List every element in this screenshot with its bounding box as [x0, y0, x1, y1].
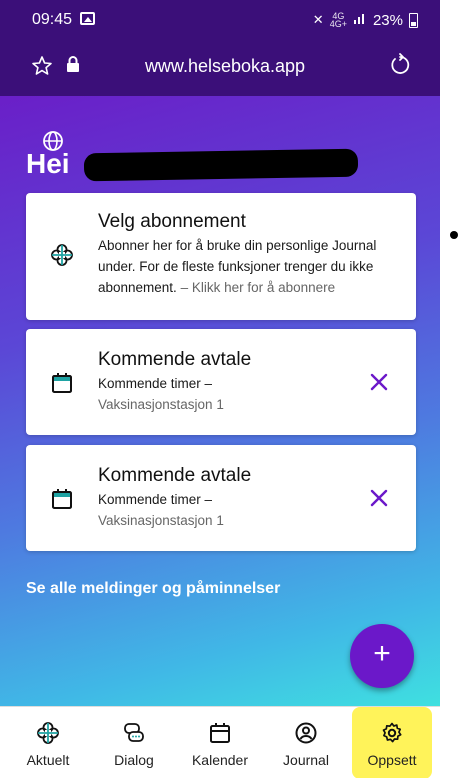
appointment-card[interactable]: Kommende avtale Kommende timer – Vaksina…	[26, 445, 416, 551]
nav-item-journal[interactable]: Journal	[266, 707, 346, 778]
nav-label: Kalender	[191, 752, 249, 768]
close-icon[interactable]	[368, 487, 390, 509]
card-line2: Vaksinasjonstasjon 1	[98, 397, 224, 412]
gear-icon	[382, 722, 402, 743]
network-indicator: 4G 4G+	[329, 11, 347, 29]
card-title: Velg abonnement	[98, 211, 246, 232]
signal-icon	[353, 11, 367, 29]
nav-label: Aktuelt	[26, 752, 70, 768]
battery-icon	[409, 12, 418, 28]
status-time: 09:45	[32, 11, 73, 28]
app-content: Hei Velg abonnement Abonner her for å br…	[0, 96, 440, 706]
nav-item-aktuelt[interactable]: Aktuelt	[8, 707, 88, 778]
status-bar: 09:45 ✕ 4G 4G+ 23%	[0, 0, 440, 38]
card-line1: Kommende timer –	[98, 492, 213, 507]
chat-icon	[124, 723, 144, 742]
subscribe-link[interactable]: – Klikk her for å abonnere	[177, 280, 336, 295]
card-body: Abonner her for å bruke din personlige J…	[98, 235, 398, 298]
clover-icon	[37, 722, 59, 744]
phone-screen: 09:45 ✕ 4G 4G+ 23% www.helseboka.app Hei…	[0, 0, 440, 778]
calendar-icon	[210, 723, 230, 743]
greeting-heading: Hei	[26, 148, 70, 179]
bottom-navigation: Aktuelt Dialog Kalender Journal Oppsett	[0, 706, 440, 778]
appointment-card[interactable]: Kommende avtale Kommende timer – Vaksina…	[26, 329, 416, 435]
gallery-notification-icon	[80, 12, 95, 25]
card-title: Kommende avtale	[98, 349, 252, 370]
nav-item-kalender[interactable]: Kalender	[180, 707, 260, 778]
card-line1: Kommende timer –	[98, 376, 213, 391]
clover-icon	[51, 244, 73, 266]
plus-icon: +	[373, 637, 391, 670]
nav-label: Oppsett	[367, 752, 417, 768]
close-icon[interactable]	[368, 371, 390, 393]
redacted-name-bar	[83, 148, 359, 182]
see-all-messages-link[interactable]: Se alle meldinger og påminnelser	[26, 580, 280, 598]
url-text[interactable]: www.helseboka.app	[0, 56, 440, 77]
reload-icon[interactable]	[388, 53, 412, 77]
status-indicators: ✕ 4G 4G+ 23%	[313, 11, 418, 29]
battery-percent: 23%	[372, 11, 403, 29]
calendar-icon	[52, 489, 72, 509]
calendar-icon	[52, 373, 72, 393]
nav-item-dialog[interactable]: Dialog	[94, 707, 174, 778]
card-line2: Vaksinasjonstasjon 1	[98, 513, 224, 528]
subscription-card[interactable]: Velg abonnement Abonner her for å bruke …	[26, 193, 416, 320]
card-title: Kommende avtale	[98, 465, 252, 486]
browser-address-bar: www.helseboka.app	[0, 38, 440, 96]
person-circle-icon	[295, 722, 317, 744]
nav-item-oppsett[interactable]: Oppsett	[352, 707, 432, 778]
nav-label: Dialog	[114, 752, 154, 768]
mute-icon: ✕	[312, 12, 324, 27]
add-button[interactable]: +	[350, 624, 414, 688]
nav-label: Journal	[283, 752, 329, 768]
bullet-dot	[450, 231, 458, 239]
